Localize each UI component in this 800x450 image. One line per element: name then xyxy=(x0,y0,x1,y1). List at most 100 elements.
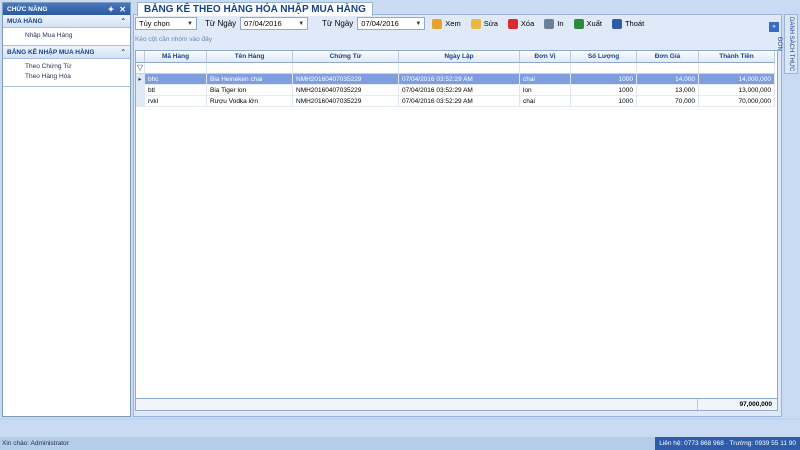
cell-voucher[interactable]: NMH20160407035229 xyxy=(293,74,399,85)
filter-row-indicator: ▽ xyxy=(136,63,145,74)
cell-date[interactable]: 07/04/2016 03:52:29 AM xyxy=(399,74,520,85)
panel-title: CHỨC NĂNG xyxy=(7,5,48,13)
pin-icon[interactable]: ✦ xyxy=(108,5,115,14)
collapse-icon[interactable]: ⌃ xyxy=(121,17,126,25)
chevron-down-icon: ▼ xyxy=(415,20,422,27)
nav-item-purchase-entry[interactable]: Nhập Mua Hàng xyxy=(25,31,130,41)
from-date-label: Từ Ngày xyxy=(205,19,237,28)
tab-purchase-by-goods[interactable]: BẢNG KÊ THEO HÀNG HÓA NHẬP MUA HÀNG xyxy=(137,2,373,16)
to-date-label: Từ Ngày xyxy=(322,19,354,28)
row-indicator xyxy=(136,85,145,96)
filter-cell[interactable] xyxy=(520,63,571,74)
bottom-strip xyxy=(0,420,800,436)
print-button[interactable]: In xyxy=(541,17,566,31)
panel-title-bar: CHỨC NĂNG ✦ ✕ xyxy=(3,3,130,15)
column-header-date[interactable]: Ngày Lập xyxy=(399,51,520,63)
menu-list-side-tab[interactable]: DANH SÁCH THỰC ĐƠN xyxy=(776,14,798,74)
section-body-purchase: Nhập Mua Hàng xyxy=(3,28,130,46)
view-icon xyxy=(432,18,443,29)
cell-price[interactable]: 70,000 xyxy=(637,96,699,107)
filter-cell[interactable] xyxy=(145,63,207,74)
cell-code[interactable]: btl xyxy=(145,85,207,96)
grid-footer: 97,000,000 xyxy=(136,398,777,410)
collapse-icon[interactable]: ⌃ xyxy=(121,48,126,56)
table-row[interactable]: btl Bia Tiger lon NMH20160407035229 07/0… xyxy=(136,85,777,96)
exit-icon xyxy=(611,18,622,29)
contact-info: Liên hệ: 0773 868 968 · Trường: 0939 55 … xyxy=(655,437,800,450)
cell-quantity[interactable]: 1000 xyxy=(571,74,637,85)
excel-icon xyxy=(573,18,584,29)
greeting-text: Xin chào: Administrator xyxy=(2,440,69,447)
close-icon[interactable]: ✕ xyxy=(119,5,126,14)
group-by-panel[interactable]: Kéo cột cần nhóm vào đây xyxy=(135,36,212,43)
chevron-down-icon: ▼ xyxy=(298,20,305,27)
filter-cell[interactable] xyxy=(637,63,699,74)
section-header-purchase-report[interactable]: BẢNG KÊ NHẬP MUA HÀNG ⌃ xyxy=(3,46,130,59)
cell-price[interactable]: 14,000 xyxy=(637,74,699,85)
column-header-name[interactable]: Tên Hàng xyxy=(207,51,293,63)
filter-cell[interactable] xyxy=(207,63,293,74)
filter-cell[interactable] xyxy=(293,63,399,74)
cell-code[interactable]: bhc xyxy=(145,74,207,85)
cell-quantity[interactable]: 1000 xyxy=(571,96,637,107)
chevron-down-icon: ▼ xyxy=(187,20,193,27)
edit-label: Sửa xyxy=(483,19,498,28)
cell-code[interactable]: rvkl xyxy=(145,96,207,107)
column-header-quantity[interactable]: Số Lượng xyxy=(571,51,637,63)
toolbar-overflow-button[interactable]: » xyxy=(769,22,779,32)
column-header-voucher[interactable]: Chứng Từ xyxy=(293,51,399,63)
nav-item-by-voucher[interactable]: Theo Chứng Từ xyxy=(25,62,130,72)
delete-icon xyxy=(507,18,518,29)
cell-price[interactable]: 13,000 xyxy=(637,85,699,96)
cell-unit[interactable]: chai xyxy=(520,96,571,107)
delete-button[interactable]: Xóa xyxy=(505,17,537,31)
nav-item-by-goods[interactable]: Theo Hàng Hóa xyxy=(25,72,130,82)
column-header-price[interactable]: Đơn Giá xyxy=(637,51,699,63)
cell-amount[interactable]: 14,000,000 xyxy=(699,74,775,85)
cell-amount[interactable]: 70,000,000 xyxy=(699,96,775,107)
filter-cell[interactable] xyxy=(399,63,520,74)
row-indicator-icon: ▸ xyxy=(136,74,145,85)
grid-header: Mã Hàng Tên Hàng Chứng Từ Ngày Lập Đơn V… xyxy=(136,51,777,63)
delete-label: Xóa xyxy=(520,19,535,28)
cell-name[interactable]: Bia Heineken chai xyxy=(207,74,293,85)
export-button[interactable]: Xuất xyxy=(571,17,605,31)
cell-voucher[interactable]: NMH20160407035229 xyxy=(293,96,399,107)
export-label: Xuất xyxy=(586,19,602,28)
view-button[interactable]: Xem xyxy=(429,17,463,31)
cell-name[interactable]: Bia Tiger lon xyxy=(207,85,293,96)
total-amount: 97,000,000 xyxy=(697,399,775,410)
toolbar: Tùy chọn ▼ Từ Ngày 07/04/2016 ▼ Từ Ngày … xyxy=(135,16,780,31)
column-header-unit[interactable]: Đơn Vị xyxy=(520,51,571,63)
exit-button[interactable]: Thoát xyxy=(609,17,647,31)
view-label: Xem xyxy=(445,19,461,28)
column-header-code[interactable]: Mã Hàng xyxy=(145,51,207,63)
section-body-purchase-report: Theo Chứng Từ Theo Hàng Hóa xyxy=(3,59,130,87)
status-bar: Xin chào: Administrator Liên hệ: 0773 86… xyxy=(0,437,800,450)
cell-date[interactable]: 07/04/2016 03:52:29 AM xyxy=(399,85,520,96)
edit-icon xyxy=(470,18,481,29)
filter-cell[interactable] xyxy=(699,63,775,74)
filter-cell[interactable] xyxy=(571,63,637,74)
table-row[interactable]: rvkl Rượu Vodka lớn NMH20160407035229 07… xyxy=(136,96,777,107)
header-indicator-cell xyxy=(136,51,145,63)
cell-unit[interactable]: lon xyxy=(520,85,571,96)
filter-row: ▽ xyxy=(136,63,777,74)
cell-quantity[interactable]: 1000 xyxy=(571,85,637,96)
section-header-purchase[interactable]: MUA HÀNG ⌃ xyxy=(3,15,130,28)
print-icon xyxy=(544,18,555,29)
column-header-amount[interactable]: Thành Tiền xyxy=(699,51,775,63)
period-value: Tùy chọn xyxy=(139,19,170,28)
from-date-picker[interactable]: 07/04/2016 ▼ xyxy=(240,17,309,30)
edit-button[interactable]: Sửa xyxy=(468,17,501,31)
section-title-purchase-report: BẢNG KÊ NHẬP MUA HÀNG xyxy=(7,48,95,56)
exit-label: Thoát xyxy=(624,19,645,28)
cell-unit[interactable]: chai xyxy=(520,74,571,85)
cell-date[interactable]: 07/04/2016 03:52:29 AM xyxy=(399,96,520,107)
to-date-picker[interactable]: 07/04/2016 ▼ xyxy=(357,17,426,30)
cell-name[interactable]: Rượu Vodka lớn xyxy=(207,96,293,107)
cell-amount[interactable]: 13,000,000 xyxy=(699,85,775,96)
period-dropdown[interactable]: Tùy chọn ▼ xyxy=(135,17,197,30)
table-row[interactable]: ▸ bhc Bia Heineken chai NMH2016040703522… xyxy=(136,74,777,85)
cell-voucher[interactable]: NMH20160407035229 xyxy=(293,85,399,96)
